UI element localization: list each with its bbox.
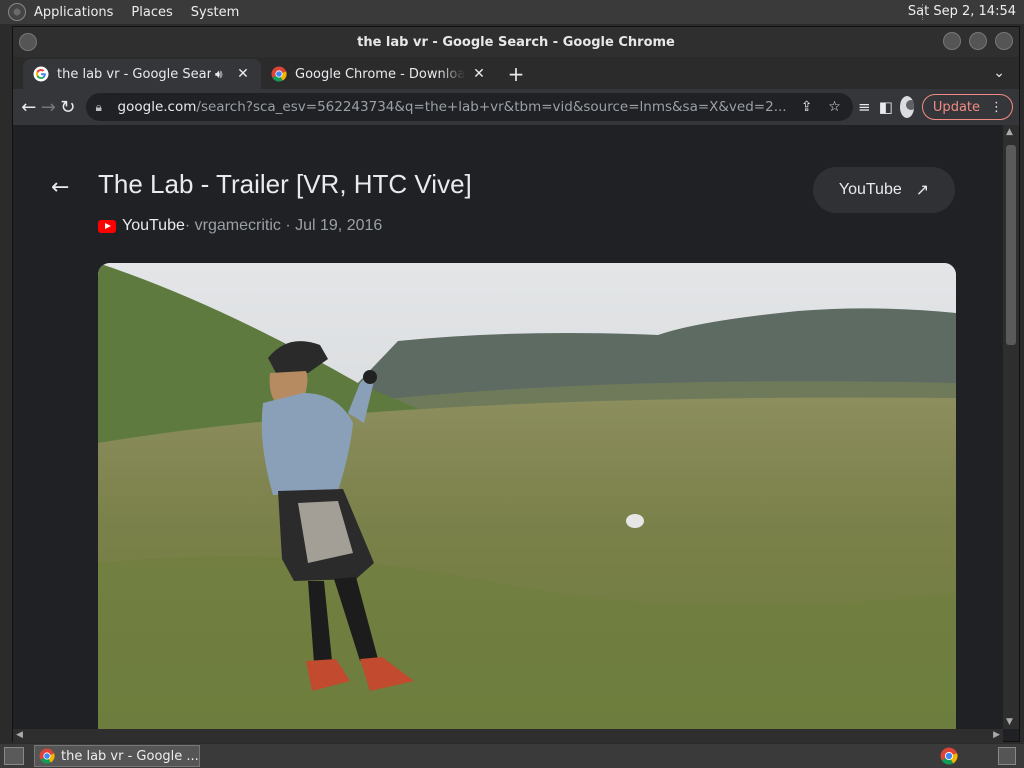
back-to-results-icon[interactable]: ← <box>51 175 69 200</box>
close-tab-icon[interactable]: ✕ <box>235 66 251 82</box>
open-youtube-button[interactable]: YouTube ↗ <box>813 167 955 213</box>
open-youtube-label: YouTube <box>838 181 902 198</box>
address-bar[interactable]: 🔒︎ google.com/search?sca_esv=562243734&q… <box>85 93 853 121</box>
lock-icon[interactable]: 🔒︎ <box>96 100 110 115</box>
forward-icon[interactable]: → <box>39 92 59 122</box>
maximize-button[interactable] <box>969 32 987 50</box>
reading-list-icon[interactable]: ≡ <box>855 92 875 122</box>
desktop: Applications Places System Sat Sep 2, 14… <box>0 0 1024 768</box>
window-title: the lab vr - Google Search - Google Chro… <box>357 34 675 50</box>
clock[interactable]: Sat Sep 2, 14:54 <box>908 4 1016 19</box>
audio-playing-icon[interactable]: 🔊︎ <box>215 67 229 82</box>
video-source: YouTube <box>122 217 185 234</box>
close-window-button[interactable] <box>995 32 1013 50</box>
tray-chrome-icon[interactable] <box>940 747 958 765</box>
page-content: ← The Lab - Trailer [VR, HTC Vive] YouTu… <box>13 125 1003 729</box>
vertical-scroll-thumb[interactable] <box>1006 145 1016 345</box>
vertical-scrollbar[interactable]: ▲ ▼ <box>1003 125 1019 729</box>
chrome-menu-icon[interactable]: ⋮ <box>990 100 1003 115</box>
video-frame-image <box>98 263 956 729</box>
external-link-icon: ↗ <box>915 182 930 199</box>
tab-google-search[interactable]: the lab vr - Google Search 🔊︎ ✕ <box>23 59 261 89</box>
new-tab-icon[interactable]: + <box>503 61 529 87</box>
tab-search-chevron-icon[interactable]: ⌄ <box>993 65 1005 81</box>
video-meta-details: · vrgamecritic · Jul 19, 2016 <box>184 217 383 234</box>
window-titlebar[interactable]: the lab vr - Google Search - Google Chro… <box>13 27 1019 57</box>
video-title[interactable]: The Lab - Trailer [VR, HTC Vive] <box>98 169 472 200</box>
chrome-window: the lab vr - Google Search - Google Chro… <box>12 26 1020 743</box>
bookmark-star-icon[interactable]: ☆ <box>827 99 843 115</box>
window-menu-button[interactable] <box>19 33 37 51</box>
share-icon[interactable]: ⇪ <box>799 99 815 115</box>
system-logo-icon[interactable] <box>8 3 26 21</box>
minimize-button[interactable] <box>943 32 961 50</box>
video-player[interactable] <box>98 263 956 729</box>
taskbar-item-label: the lab vr - Google ... <box>61 748 199 764</box>
browser-toolbar: ← → ↻ 🔒︎ google.com/search?sca_esv=56224… <box>13 89 1019 125</box>
chrome-logo-icon <box>271 66 287 82</box>
reload-icon[interactable]: ↻ <box>58 92 78 122</box>
update-button[interactable]: Update ⋮ <box>921 94 1014 120</box>
show-desktop-icon[interactable] <box>4 747 24 765</box>
menu-system[interactable]: System <box>191 5 239 20</box>
scroll-right-arrow-icon[interactable]: ▶ <box>993 730 1000 740</box>
horizontal-scrollbar[interactable]: ◀ ▶ <box>13 729 1003 743</box>
youtube-logo-icon <box>98 219 116 233</box>
top-panel: Applications Places System Sat Sep 2, 14… <box>0 0 1024 24</box>
update-label: Update <box>932 99 981 115</box>
scroll-up-arrow-icon[interactable]: ▲ <box>1006 127 1013 137</box>
back-icon[interactable]: ← <box>19 92 39 122</box>
tab-title: the lab vr - Google Search <box>57 66 211 82</box>
close-tab-icon[interactable]: ✕ <box>471 66 487 82</box>
side-panel-icon[interactable]: ◧ <box>876 92 896 122</box>
google-g-icon <box>33 66 49 82</box>
profile-avatar-icon[interactable] <box>899 96 914 118</box>
menu-places[interactable]: Places <box>131 5 172 20</box>
url-text[interactable]: google.com/search?sca_esv=562243734&q=th… <box>118 99 787 115</box>
taskbar-item-chrome[interactable]: the lab vr - Google ... <box>34 745 200 767</box>
tab-chrome-download[interactable]: Google Chrome - Download th ✕ <box>261 59 497 89</box>
video-meta: YouTube · vrgamecritic · Jul 19, 2016 <box>98 217 382 235</box>
scroll-down-arrow-icon[interactable]: ▼ <box>1006 717 1013 727</box>
tab-strip: the lab vr - Google Search 🔊︎ ✕ Google C… <box>13 57 1019 89</box>
workspace-pager[interactable] <box>998 747 1016 765</box>
chrome-logo-icon <box>39 748 55 764</box>
menu-applications[interactable]: Applications <box>34 5 113 20</box>
tab-title: Google Chrome - Download th <box>295 66 465 82</box>
bottom-panel: the lab vr - Google ... <box>0 744 1024 768</box>
scroll-left-arrow-icon[interactable]: ◀ <box>16 730 23 740</box>
